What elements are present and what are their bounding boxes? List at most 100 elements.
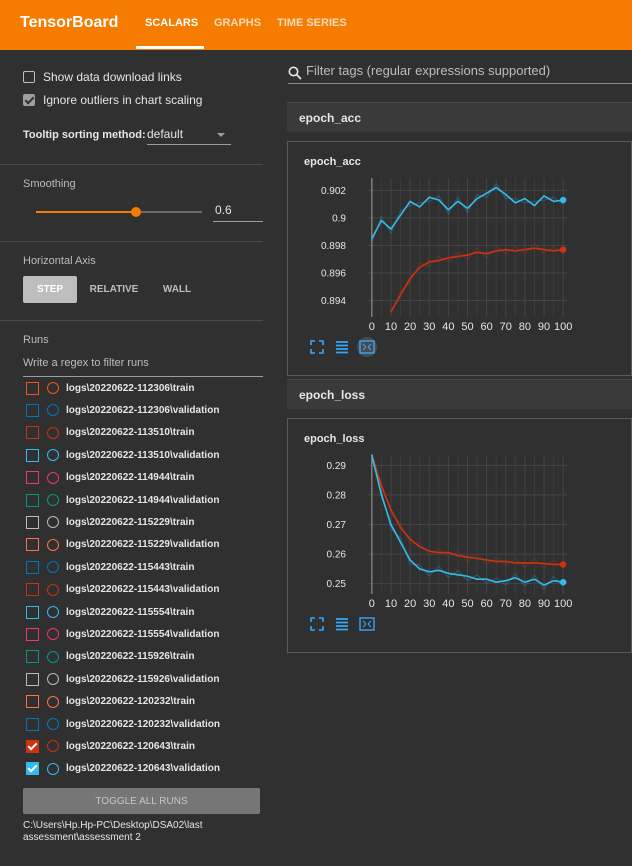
run-color-swatch[interactable] bbox=[47, 538, 59, 551]
tab-scalars[interactable]: SCALARS bbox=[145, 17, 198, 29]
data-point bbox=[552, 250, 555, 252]
data-point bbox=[437, 569, 440, 572]
run-checkbox[interactable] bbox=[26, 583, 39, 597]
run-checkbox[interactable] bbox=[26, 672, 39, 686]
run-filter-input[interactable]: Write a regex to filter runs bbox=[23, 357, 263, 377]
data-point bbox=[543, 195, 545, 197]
tooltip-sorting-select[interactable]: default bbox=[147, 127, 231, 145]
data-point bbox=[514, 250, 517, 252]
run-color-swatch[interactable] bbox=[47, 673, 59, 686]
run-checkbox[interactable] bbox=[26, 739, 39, 753]
run-checkbox[interactable] bbox=[26, 448, 39, 462]
run-color-swatch[interactable] bbox=[47, 606, 59, 618]
run-color-swatch[interactable] bbox=[47, 426, 59, 439]
x-tick-label: 50 bbox=[461, 598, 473, 610]
run-color-swatch[interactable] bbox=[47, 516, 59, 529]
run-color-swatch[interactable] bbox=[47, 718, 59, 730]
run-label: logs\20220622-112306\validation bbox=[66, 404, 220, 416]
run-checkbox[interactable] bbox=[26, 627, 39, 641]
ignore-outliers-checkbox[interactable]: Ignore outliers in chart scaling bbox=[23, 92, 202, 108]
tab-time-series[interactable]: TIME SERIES bbox=[277, 17, 347, 29]
axis-relative-button[interactable]: RELATIVE bbox=[84, 276, 144, 303]
run-item[interactable]: logs\20220622-115443\validation bbox=[26, 582, 219, 598]
run-item[interactable]: logs\20220622-113510\train bbox=[26, 425, 194, 441]
run-label: logs\20220622-115554\train bbox=[66, 606, 195, 618]
data-point bbox=[533, 578, 536, 581]
run-color-swatch[interactable] bbox=[47, 583, 59, 596]
data-table-icon[interactable] bbox=[332, 614, 352, 634]
group-header-epoch-loss[interactable]: epoch_loss bbox=[287, 379, 632, 409]
run-item[interactable]: logs\20220622-112306\train bbox=[26, 380, 194, 396]
run-color-swatch[interactable] bbox=[47, 740, 59, 753]
checkbox-label: Ignore outliers in chart scaling bbox=[43, 93, 203, 107]
run-item[interactable]: logs\20220622-115926\train bbox=[26, 649, 194, 665]
run-checkbox[interactable] bbox=[26, 762, 39, 776]
run-color-swatch[interactable] bbox=[47, 561, 59, 574]
run-label: logs\20220622-114944\validation bbox=[66, 494, 220, 506]
smoothing-value-input[interactable]: 0.6 bbox=[213, 203, 263, 222]
show-download-links-checkbox[interactable]: Show data download links bbox=[23, 69, 182, 85]
tag-filter-input[interactable]: Filter tags (regular expressions support… bbox=[288, 63, 632, 84]
x-tick-label: 70 bbox=[500, 598, 512, 610]
run-color-swatch[interactable] bbox=[47, 628, 59, 641]
fit-to-data-icon[interactable] bbox=[307, 337, 327, 357]
axis-wall-button[interactable]: WALL bbox=[152, 276, 202, 303]
run-color-swatch[interactable] bbox=[47, 762, 59, 775]
run-item[interactable]: logs\20220622-112306\validation bbox=[26, 402, 219, 418]
run-color-swatch[interactable] bbox=[47, 695, 59, 708]
chevron-down-icon bbox=[217, 133, 225, 137]
x-tick-label: 20 bbox=[404, 598, 416, 610]
run-item[interactable]: logs\20220622-114944\validation bbox=[26, 492, 219, 508]
run-item[interactable]: logs\20220622-115229\train bbox=[26, 514, 194, 530]
run-item[interactable]: logs\20220622-113510\validation bbox=[26, 447, 219, 463]
tag-filter-placeholder: Filter tags (regular expressions support… bbox=[306, 63, 551, 78]
run-item[interactable]: logs\20220622-120643\train bbox=[26, 738, 195, 754]
run-checkbox[interactable] bbox=[26, 381, 39, 395]
data-point bbox=[466, 254, 469, 256]
run-item[interactable]: logs\20220622-120232\validation bbox=[26, 716, 220, 732]
run-item[interactable]: logs\20220622-114944\train bbox=[26, 470, 194, 486]
run-item[interactable]: logs\20220622-115926\validation bbox=[26, 671, 219, 687]
run-checkbox[interactable] bbox=[26, 560, 39, 574]
fullscreen-icon[interactable] bbox=[357, 337, 377, 357]
run-item[interactable]: logs\20220622-115229\validation bbox=[26, 537, 219, 553]
run-item[interactable]: logs\20220622-120643\validation bbox=[26, 761, 220, 777]
smoothing-title: Smoothing bbox=[23, 178, 76, 190]
run-color-swatch[interactable] bbox=[47, 494, 59, 506]
run-checkbox[interactable] bbox=[26, 538, 39, 552]
data-table-icon[interactable] bbox=[332, 337, 352, 357]
group-header-epoch-acc[interactable]: epoch_acc bbox=[287, 102, 632, 132]
run-item[interactable]: logs\20220622-115554\validation bbox=[26, 626, 219, 642]
run-color-swatch[interactable] bbox=[47, 471, 59, 484]
data-point bbox=[418, 545, 421, 548]
toggle-all-runs-button[interactable]: TOGGLE ALL RUNS bbox=[23, 788, 260, 814]
run-checkbox[interactable] bbox=[26, 650, 39, 664]
data-point bbox=[524, 197, 526, 200]
run-checkbox[interactable] bbox=[26, 493, 39, 507]
run-checkbox[interactable] bbox=[26, 403, 39, 417]
fullscreen-icon[interactable] bbox=[357, 614, 377, 634]
run-color-swatch[interactable] bbox=[47, 382, 59, 394]
checkbox-box[interactable] bbox=[23, 94, 35, 106]
run-checkbox[interactable] bbox=[26, 717, 39, 731]
run-checkbox[interactable] bbox=[26, 515, 39, 529]
run-item[interactable]: logs\20220622-115443\train bbox=[26, 559, 194, 575]
run-color-swatch[interactable] bbox=[47, 449, 59, 462]
checkbox-box[interactable] bbox=[23, 71, 35, 83]
smoothing-slider-fill bbox=[36, 211, 136, 213]
smoothing-slider-thumb[interactable] bbox=[130, 207, 141, 217]
fit-to-data-icon[interactable] bbox=[307, 614, 327, 634]
checkbox-label: Show data download links bbox=[43, 70, 182, 84]
run-color-swatch[interactable] bbox=[47, 404, 59, 417]
run-color-swatch[interactable] bbox=[47, 650, 59, 663]
chart-card-epoch-acc: epoch_acc 0 10 20 30 40 50 60 70 80 90 100 0.894 0.8… bbox=[287, 141, 632, 376]
data-point bbox=[409, 559, 411, 561]
run-checkbox[interactable] bbox=[26, 471, 39, 485]
run-item[interactable]: logs\20220622-120232\train bbox=[26, 694, 195, 710]
run-checkbox[interactable] bbox=[26, 426, 39, 440]
run-checkbox[interactable] bbox=[26, 695, 39, 709]
tab-graphs[interactable]: GRAPHS bbox=[214, 17, 261, 29]
axis-step-button[interactable]: STEP bbox=[23, 276, 77, 303]
run-checkbox[interactable] bbox=[26, 605, 39, 619]
run-item[interactable]: logs\20220622-115554\train bbox=[26, 604, 194, 620]
